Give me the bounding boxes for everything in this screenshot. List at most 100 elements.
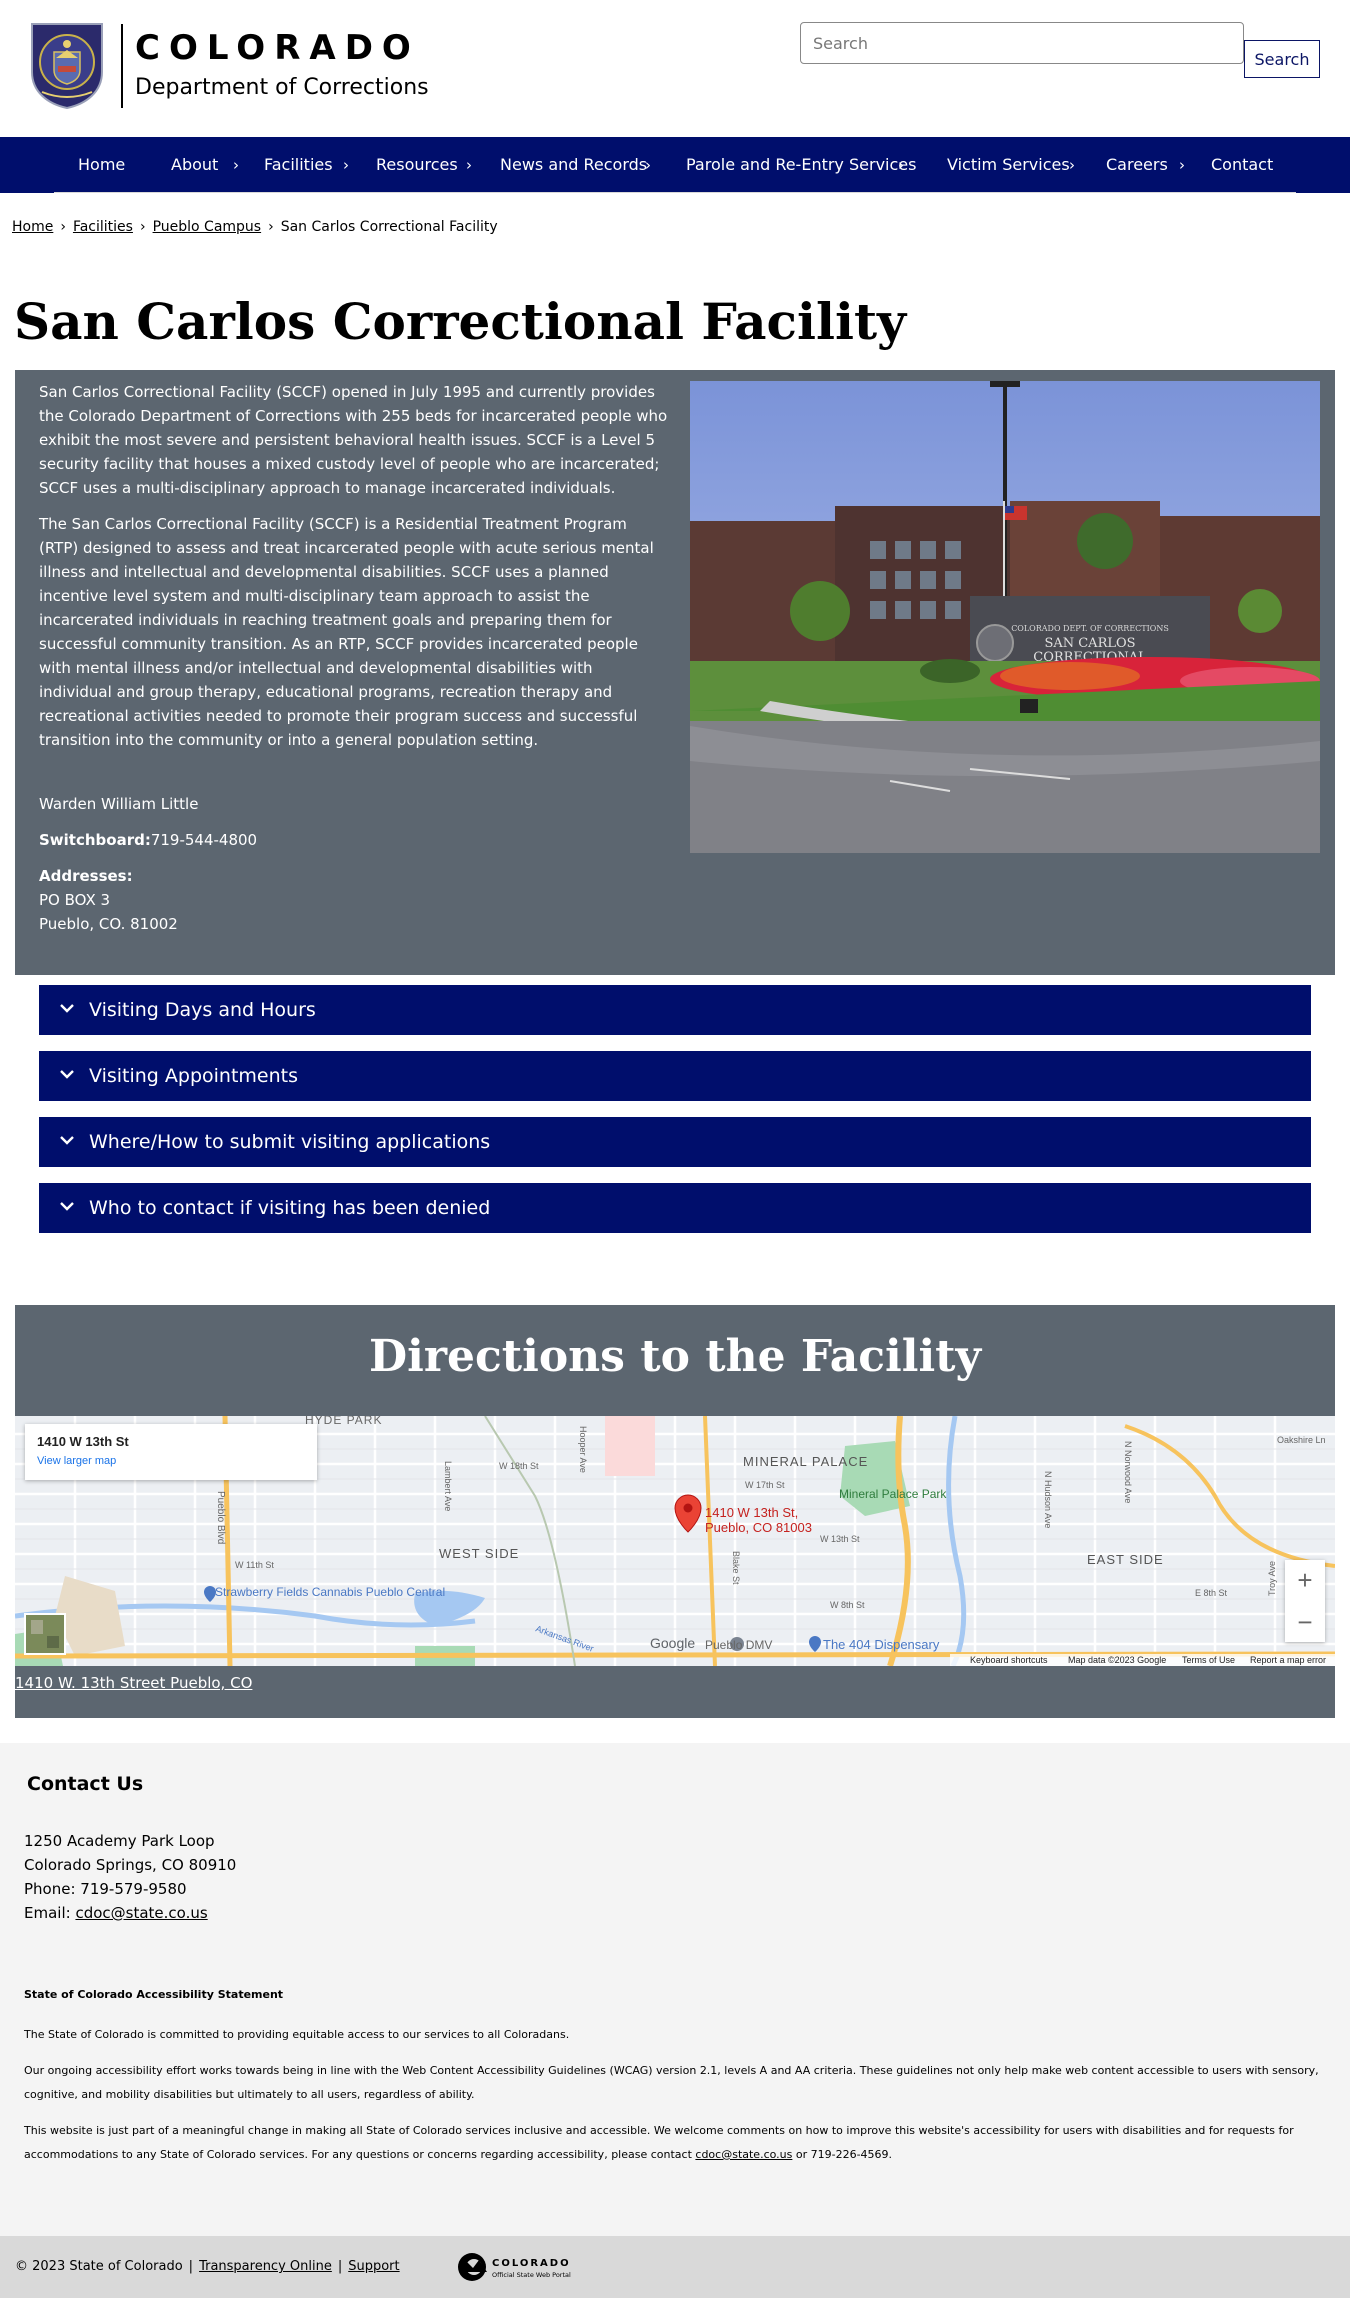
- map-label-w18th: W 18th St: [499, 1461, 539, 1471]
- colorado-state-portal-logo[interactable]: COLORADO Official State Web Portal: [455, 2250, 605, 2284]
- accordion-label: Visiting Days and Hours: [89, 999, 316, 1021]
- support-link[interactable]: Support: [348, 2259, 399, 2274]
- breadcrumb-facilities[interactable]: Facilities: [73, 219, 133, 235]
- nav-item-about[interactable]: About: [171, 137, 218, 193]
- contact-heading: Contact Us: [27, 1773, 144, 1795]
- colorado-seal-logo[interactable]: [28, 20, 106, 110]
- report-map-error-link[interactable]: Report a map error: [1250, 1654, 1326, 1666]
- map-zoom-controls: + −: [1285, 1560, 1325, 1642]
- breadcrumb-separator: ›: [139, 219, 146, 235]
- copyright-text: © 2023 State of Colorado: [15, 2259, 183, 2274]
- map-label-west-side: WEST SIDE: [439, 1546, 519, 1561]
- breadcrumb: Home › Facilities › Pueblo Campus › San Carlos…: [12, 219, 498, 235]
- accessibility-p3-text: This website is just part of a meaningfu…: [24, 2124, 1294, 2161]
- breadcrumb-pueblo-campus[interactable]: Pueblo Campus: [153, 219, 262, 235]
- view-larger-map-link[interactable]: View larger map: [37, 1455, 116, 1467]
- nav-careers-chevron-icon[interactable]: ›: [1179, 137, 1185, 193]
- contact-details: 1250 Academy Park Loop Colorado Springs,…: [24, 1829, 236, 1925]
- facility-info-text: San Carlos Correctional Facility (SCCF) …: [39, 380, 669, 948]
- contact-email-link[interactable]: cdoc@state.co.us: [75, 1904, 207, 1922]
- footer-contact-area: Contact Us 1250 Academy Park Loop Colora…: [0, 1743, 1350, 2236]
- contact-phone: Phone: 719-579-9580: [24, 1880, 187, 1898]
- nav-item-facilities[interactable]: Facilities: [264, 137, 333, 193]
- accessibility-email-link[interactable]: cdoc@state.co.us: [695, 2148, 792, 2161]
- nav-facilities-chevron-icon[interactable]: ›: [343, 137, 349, 193]
- zoom-out-button[interactable]: −: [1285, 1602, 1325, 1642]
- accessibility-p3-phone: or 719-226-4569.: [792, 2148, 893, 2161]
- warden-name: Warden William Little: [39, 795, 199, 813]
- nav-item-victim-services[interactable]: Victim Services: [947, 137, 1070, 193]
- map-label-hooper: Hooper Ave: [578, 1426, 588, 1473]
- map-label-mineral-palace: MINERAL PALACE: [743, 1454, 868, 1469]
- site-header: COLORADO Department of Corrections Searc…: [0, 0, 1350, 137]
- address-line-1: PO BOX 3: [39, 891, 111, 909]
- nav-resources-chevron-icon[interactable]: ›: [466, 137, 472, 193]
- map-label-w17th: W 17th St: [745, 1480, 785, 1490]
- facility-info-panel: San Carlos Correctional Facility (SCCF) …: [15, 370, 1335, 975]
- chevron-down-icon: [60, 1202, 74, 1211]
- breadcrumb-separator: ›: [60, 219, 66, 235]
- transparency-online-link[interactable]: Transparency Online: [199, 2259, 332, 2274]
- photo-sign-line2: SAN CARLOS: [1044, 636, 1135, 651]
- contact-address-line2: Colorado Springs, CO 80910: [24, 1856, 237, 1874]
- breadcrumb-separator: ›: [268, 219, 274, 235]
- map-label-hudson: N Hudson Ave: [1043, 1471, 1053, 1528]
- accordion-visiting-days[interactable]: Visiting Days and Hours: [39, 985, 1311, 1035]
- accordion-visiting-appointments[interactable]: Visiting Appointments: [39, 1051, 1311, 1101]
- nav-about-chevron-icon[interactable]: ›: [233, 137, 239, 193]
- nav-parole-chevron-icon[interactable]: ›: [898, 137, 904, 193]
- search-input[interactable]: [800, 22, 1244, 64]
- main-nav: Home About › Facilities › Resources › Ne…: [0, 137, 1350, 193]
- brand-divider: [121, 24, 123, 108]
- breadcrumb-current: San Carlos Correctional Facility: [280, 219, 498, 235]
- map-label-east-side: EAST SIDE: [1087, 1552, 1164, 1567]
- nav-item-news-and-records[interactable]: News and Records: [500, 137, 647, 193]
- terms-of-use-link[interactable]: Terms of Use: [1182, 1654, 1235, 1666]
- keyboard-shortcuts-link[interactable]: Keyboard shortcuts: [970, 1654, 1048, 1666]
- bottom-bar: © 2023 State of Colorado | Transparency On…: [0, 2236, 1350, 2298]
- addresses-label: Addresses:: [39, 867, 133, 885]
- chevron-down-icon: [60, 1136, 74, 1145]
- state-logo-title: COLORADO: [492, 2258, 571, 2269]
- state-logo-subtitle: Official State Web Portal: [492, 2271, 571, 2279]
- chevron-down-icon: [60, 1070, 74, 1079]
- brand-title[interactable]: COLORADO: [135, 28, 420, 68]
- footer-separator: |: [337, 2259, 343, 2274]
- nav-item-contact[interactable]: Contact: [1211, 137, 1273, 193]
- accordion-visiting-denied[interactable]: Who to contact if visiting has been deni…: [39, 1183, 1311, 1233]
- map-label-oakshire: Oakshire Ln: [1277, 1435, 1326, 1445]
- nav-news-chevron-icon[interactable]: ›: [645, 137, 651, 193]
- directions-title: Directions to the Facility: [368, 1331, 982, 1382]
- address-line-2: Pueblo, CO. 81002: [39, 915, 178, 933]
- nav-victim-chevron-icon[interactable]: ›: [1069, 137, 1075, 193]
- map-place-card: 1410 W 13th St View larger map: [25, 1424, 317, 1480]
- facility-address-link[interactable]: 1410 W. 13th Street Pueblo, CO: [15, 1674, 252, 1692]
- search-button[interactable]: Search: [1244, 40, 1320, 78]
- map-label-lambert: Lambert Ave: [443, 1461, 453, 1511]
- embedded-map[interactable]: HYDE PARK MINERAL PALACE WEST SIDE EAST …: [15, 1416, 1335, 1666]
- breadcrumb-home[interactable]: Home: [12, 219, 53, 235]
- nav-item-resources[interactable]: Resources: [376, 137, 458, 193]
- map-label-dmv: Pueblo DMV: [705, 1638, 772, 1652]
- map-label-blake: Blake St: [731, 1551, 741, 1585]
- map-label-w11th: W 11th St: [235, 1560, 274, 1570]
- map-label-norwood: N Norwood Ave: [1123, 1441, 1133, 1503]
- dmv-marker[interactable]: Pueblo DMV: [705, 1637, 772, 1652]
- brand-subtitle[interactable]: Department of Corrections: [135, 75, 429, 100]
- addresses: Addresses: PO BOX 3 Pueblo, CO. 81002: [39, 864, 669, 936]
- facility-description-2: The San Carlos Correctional Facility (SC…: [39, 515, 654, 749]
- map-card-title: 1410 W 13th St: [37, 1434, 129, 1449]
- google-logo: Google: [650, 1635, 695, 1651]
- zoom-in-button[interactable]: +: [1285, 1560, 1325, 1600]
- pin-label-line2: Pueblo, CO 81003: [705, 1520, 812, 1535]
- dispensary-marker[interactable]: The 404 Dispensary: [809, 1636, 940, 1652]
- accordion-submit-applications[interactable]: Where/How to submit visiting application…: [39, 1117, 1311, 1167]
- accessibility-paragraph-3: This website is just part of a meaningfu…: [24, 2119, 1324, 2167]
- switchboard-label: Switchboard:: [39, 831, 151, 849]
- satellite-toggle-thumbnail[interactable]: [24, 1613, 66, 1655]
- nav-item-careers[interactable]: Careers: [1106, 137, 1168, 193]
- nav-item-parole[interactable]: Parole and Re-Entry Services: [686, 137, 916, 193]
- map-label-e8th: E 8th St: [1195, 1588, 1228, 1598]
- nav-item-home[interactable]: Home: [78, 137, 125, 193]
- map-label-w8th: W 8th St: [830, 1600, 865, 1610]
